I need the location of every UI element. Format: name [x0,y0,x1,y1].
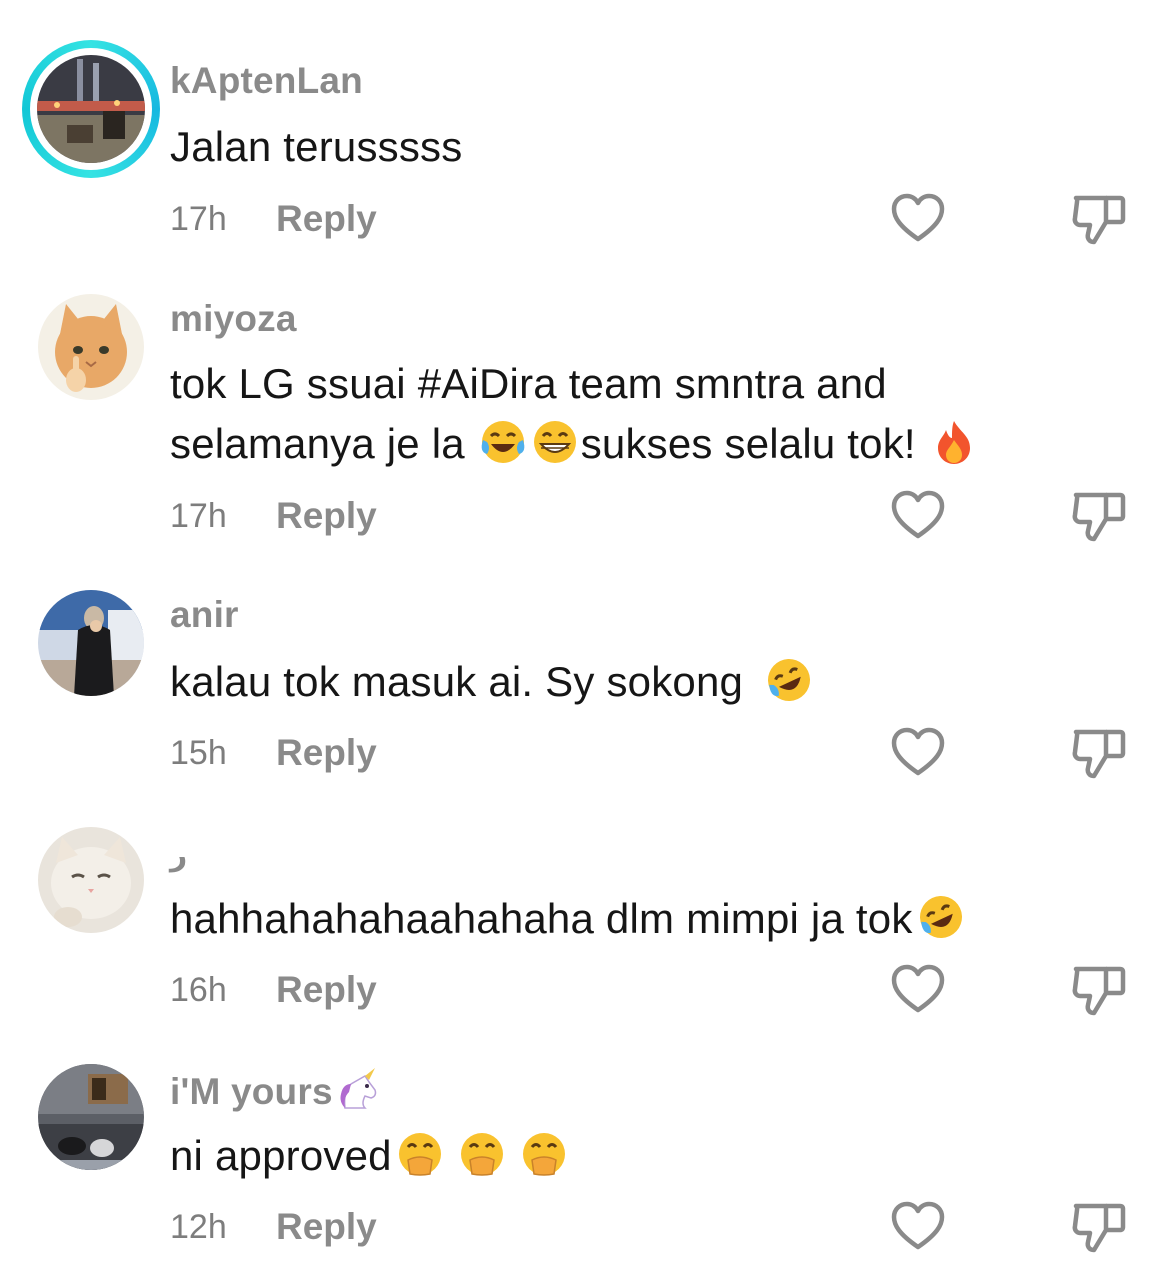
comment-time: 15h [170,734,227,772]
comment-username[interactable]: anir [170,594,239,636]
unicorn-icon [335,1068,379,1112]
comment-text: hahhahahahaahahaha dlm mimpi ja tok [170,889,967,949]
comment-time: 17h [170,200,227,238]
comment-text-part: kalau tok masuk ai. Sy sokong [170,658,744,705]
comment-text-line-2: selamanya je la sukses selalu tok! [170,414,980,474]
grinning-face-icon [531,418,579,466]
comment-username[interactable]: i'M yours [170,1068,381,1113]
dislike-button[interactable] [1070,1198,1128,1256]
comment-text-line-1: tok LG ssuai #AiDira team smntra and [170,360,887,407]
reply-button[interactable]: Reply [276,495,377,537]
comment-time: 16h [170,971,227,1009]
dislike-button[interactable] [1070,190,1128,248]
comment-text: Jalan terusssss [170,123,463,170]
reply-button[interactable]: Reply [276,1206,377,1248]
thumbs-down-icon [1072,492,1126,542]
face-with-hand-over-mouth-icon [396,1130,444,1178]
fire-icon [930,418,978,466]
face-with-hand-over-mouth-icon [520,1130,568,1178]
rolling-on-floor-laughing-icon [917,893,965,941]
heart-icon [891,727,945,776]
thumbs-down-icon [1072,966,1126,1016]
dislike-button[interactable] [1070,961,1128,1019]
heart-icon [891,193,945,242]
avatar[interactable] [22,40,160,178]
thumbs-down-icon [1072,1203,1126,1253]
comment-username[interactable]: ر [170,838,187,873]
like-button[interactable] [889,190,947,248]
avatar[interactable] [38,1064,144,1170]
comment-text: ni approved [170,1126,570,1186]
like-button[interactable] [889,961,947,1019]
city-night-photo-icon [37,55,145,163]
comment-time: 17h [170,497,227,535]
thumbs-down-icon [1072,195,1126,245]
heart-icon [891,490,945,539]
comment-time: 12h [170,1208,227,1246]
room-shoes-photo-icon [38,1064,144,1170]
reply-button[interactable]: Reply [276,732,377,774]
avatar[interactable] [38,827,144,933]
cat-pointing-photo-icon [38,294,144,400]
rolling-on-floor-laughing-icon [765,656,813,704]
face-with-hand-over-mouth-icon [458,1130,506,1178]
comment-text: kalau tok masuk ai. Sy sokong [170,652,815,712]
comment-text-part: hahhahahahaahahaha dlm mimpi ja tok [170,895,913,942]
dislike-button[interactable] [1070,724,1128,782]
comment-text-part: selamanya je la [170,420,465,467]
like-button[interactable] [889,487,947,545]
comment-username[interactable]: kAptenLan [170,60,363,102]
face-with-tears-of-joy-icon [479,418,527,466]
comment-username-text: i'M yours [170,1071,333,1112]
dislike-button[interactable] [1070,487,1128,545]
comment-text-part: ni approved [170,1132,392,1179]
white-cat-photo-icon [38,827,144,933]
like-button[interactable] [889,1198,947,1256]
avatar[interactable] [38,590,144,696]
heart-icon [891,1201,945,1250]
like-button[interactable] [889,724,947,782]
person-hijab-photo-icon [38,590,144,696]
reply-button[interactable]: Reply [276,198,377,240]
comment-text-part: sukses selalu tok! [580,420,916,467]
thumbs-down-icon [1072,729,1126,779]
avatar[interactable] [38,294,144,400]
reply-button[interactable]: Reply [276,969,377,1011]
comment-username[interactable]: miyoza [170,298,297,340]
heart-icon [891,964,945,1013]
